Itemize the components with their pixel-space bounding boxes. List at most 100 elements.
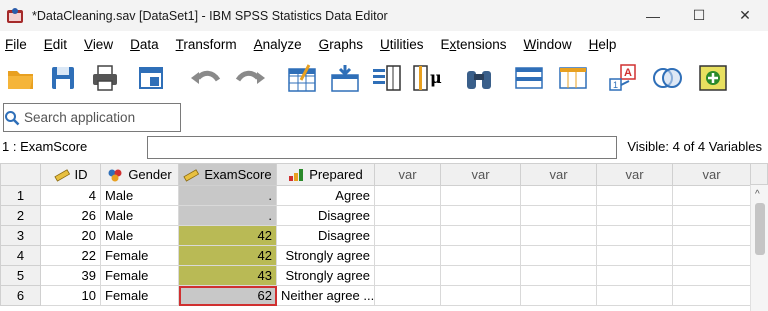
menu-view[interactable]: View — [84, 37, 113, 52]
column-header-prepared[interactable]: Prepared — [276, 163, 375, 186]
grid-corner[interactable] — [0, 163, 41, 186]
cell-empty[interactable] — [672, 205, 751, 226]
scroll-up-icon[interactable]: ^ — [755, 189, 760, 200]
cell-prepared[interactable]: Disagree — [276, 225, 375, 246]
cell-gender[interactable]: Female — [100, 245, 179, 266]
print-icon[interactable] — [88, 61, 122, 95]
menu-transform[interactable]: Transform — [176, 37, 237, 52]
cell-prepared[interactable]: Agree — [276, 185, 375, 206]
save-icon[interactable] — [46, 61, 80, 95]
cell-empty[interactable] — [374, 185, 441, 206]
row-number[interactable]: 6 — [0, 285, 41, 306]
cell-empty[interactable] — [520, 225, 597, 246]
close-button[interactable]: ✕ — [722, 0, 768, 31]
menu-file[interactable]: File — [5, 37, 27, 52]
cell-empty[interactable] — [520, 265, 597, 286]
cell-examscore[interactable]: 43 — [178, 265, 277, 286]
show-all-variables-icon[interactable] — [696, 61, 730, 95]
cell-examscore[interactable]: 42 — [178, 225, 277, 246]
row-number[interactable]: 4 — [0, 245, 41, 266]
cell-empty[interactable] — [672, 185, 751, 206]
row-number[interactable]: 1 — [0, 185, 41, 206]
redo-icon[interactable] — [234, 61, 268, 95]
column-header-var[interactable]: var — [374, 163, 441, 186]
cell-empty[interactable] — [440, 285, 521, 306]
cell-empty[interactable] — [596, 225, 673, 246]
cell-examscore[interactable]: 62 — [178, 285, 277, 306]
menu-analyze[interactable]: Analyze — [254, 37, 302, 52]
cell-empty[interactable] — [374, 265, 441, 286]
row-number[interactable]: 3 — [0, 225, 41, 246]
use-variable-sets-icon[interactable] — [650, 61, 684, 95]
cell-gender[interactable]: Female — [100, 285, 179, 306]
cell-empty[interactable] — [596, 265, 673, 286]
cell-empty[interactable] — [374, 225, 441, 246]
column-header-var[interactable]: var — [596, 163, 673, 186]
insert-cases-icon[interactable] — [512, 61, 546, 95]
cell-empty[interactable] — [596, 185, 673, 206]
cell-gender[interactable]: Male — [100, 205, 179, 226]
cell-prepared[interactable]: Strongly agree — [276, 265, 375, 286]
column-header-var[interactable]: var — [440, 163, 521, 186]
cell-id[interactable]: 20 — [40, 225, 101, 246]
search-application-input[interactable]: Search application — [3, 103, 181, 132]
cell-empty[interactable] — [440, 245, 521, 266]
cell-gender[interactable]: Male — [100, 185, 179, 206]
dialog-recall-icon[interactable] — [134, 61, 168, 95]
cell-empty[interactable] — [672, 285, 751, 306]
find-icon[interactable] — [462, 61, 496, 95]
undo-icon[interactable] — [188, 61, 222, 95]
cell-empty[interactable] — [520, 285, 597, 306]
cell-empty[interactable] — [374, 285, 441, 306]
vertical-scrollbar[interactable]: ^ — [750, 185, 768, 311]
cell-editor-field[interactable] — [147, 136, 617, 159]
cell-empty[interactable] — [596, 285, 673, 306]
goto-case-icon[interactable] — [286, 61, 320, 95]
cell-examscore[interactable]: . — [178, 205, 277, 226]
cell-id[interactable]: 4 — [40, 185, 101, 206]
cell-prepared[interactable]: Disagree — [276, 205, 375, 226]
cell-gender[interactable]: Female — [100, 265, 179, 286]
cell-empty[interactable] — [672, 265, 751, 286]
cell-empty[interactable] — [440, 265, 521, 286]
scrollbar-thumb[interactable] — [755, 203, 765, 255]
column-header-examscore[interactable]: ExamScore — [178, 163, 277, 186]
cell-empty[interactable] — [520, 205, 597, 226]
cell-empty[interactable] — [374, 245, 441, 266]
cell-id[interactable]: 10 — [40, 285, 101, 306]
cell-id[interactable]: 39 — [40, 265, 101, 286]
insert-variable-icon[interactable] — [556, 61, 590, 95]
menu-data[interactable]: Data — [130, 37, 159, 52]
cell-prepared[interactable]: Neither agree ... — [276, 285, 375, 306]
menu-graphs[interactable]: Graphs — [319, 37, 363, 52]
menu-window[interactable]: Window — [524, 37, 572, 52]
row-number[interactable]: 5 — [0, 265, 41, 286]
menu-utilities[interactable]: Utilities — [380, 37, 424, 52]
maximize-button[interactable]: ☐ — [676, 0, 722, 31]
cell-empty[interactable] — [374, 205, 441, 226]
open-folder-icon[interactable] — [4, 61, 38, 95]
column-header-var[interactable]: var — [672, 163, 751, 186]
minimize-button[interactable]: — — [630, 0, 676, 31]
cell-examscore[interactable]: 42 — [178, 245, 277, 266]
cell-id[interactable]: 22 — [40, 245, 101, 266]
column-header-gender[interactable]: Gender — [100, 163, 179, 186]
cell-empty[interactable] — [440, 185, 521, 206]
cell-empty[interactable] — [596, 205, 673, 226]
cell-examscore[interactable]: . — [178, 185, 277, 206]
row-number[interactable]: 2 — [0, 205, 41, 226]
value-labels-icon[interactable]: A1 — [606, 61, 640, 95]
menu-help[interactable]: Help — [589, 37, 617, 52]
variables-icon[interactable] — [370, 61, 404, 95]
goto-variable-icon[interactable] — [328, 61, 362, 95]
cell-gender[interactable]: Male — [100, 225, 179, 246]
cell-empty[interactable] — [440, 205, 521, 226]
cell-prepared[interactable]: Strongly agree — [276, 245, 375, 266]
cell-empty[interactable] — [596, 245, 673, 266]
cell-empty[interactable] — [672, 225, 751, 246]
column-header-var[interactable]: var — [520, 163, 597, 186]
cell-empty[interactable] — [520, 245, 597, 266]
column-header-id[interactable]: ID — [40, 163, 101, 186]
menu-extensions[interactable]: Extensions — [440, 37, 506, 52]
cell-empty[interactable] — [520, 185, 597, 206]
